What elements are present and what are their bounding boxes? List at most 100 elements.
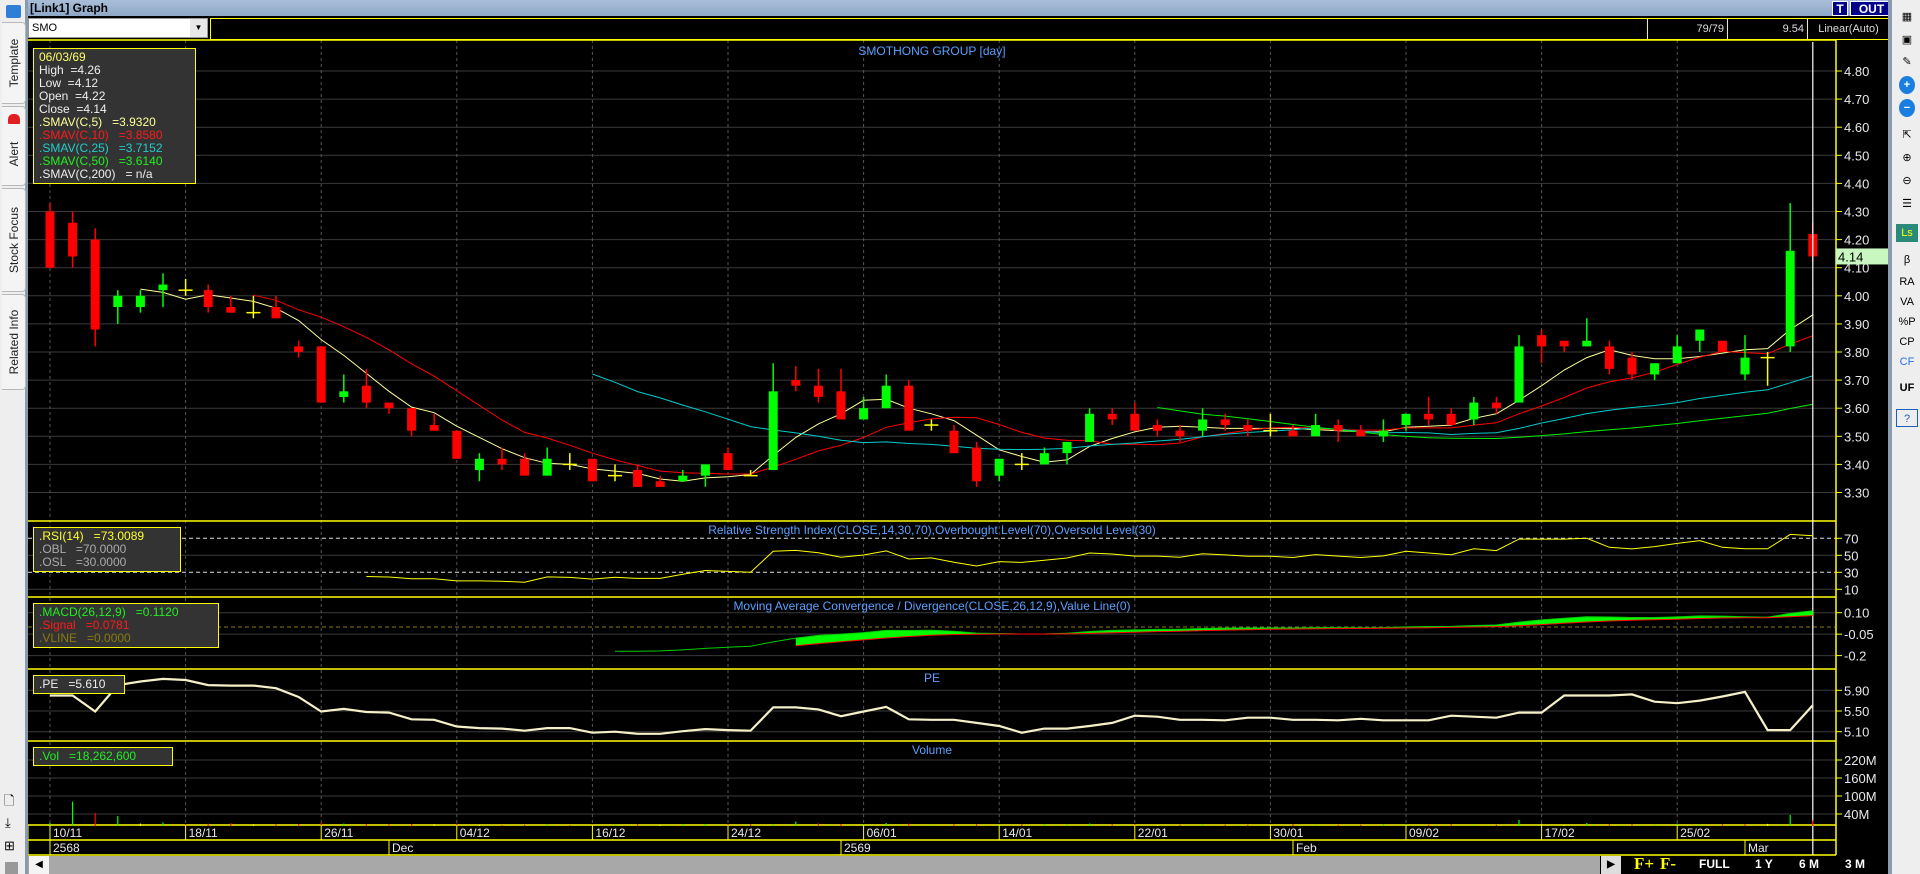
zoom-in-icon[interactable]: ⊕ [1896,149,1918,167]
download-icon[interactable]: ⤓ [5,815,11,831]
candle [1039,447,1049,465]
zoom-out-icon[interactable]: ⊖ [1896,172,1918,190]
rsi-tick-label: 10 [1844,582,1858,597]
candle-body [1695,329,1705,341]
edit-icon[interactable]: ✎ [1896,53,1918,71]
candle [836,368,846,420]
date-label: 09/02 [1409,826,1439,840]
period-label: Feb [1296,841,1317,855]
candle [904,380,914,431]
candle-body [316,346,326,403]
chart-info-bar: 79/79 9.54 Linear(Auto) [210,18,1890,40]
play-icon[interactable]: ▶ [1601,856,1621,874]
volume-tick-label: 220M [1844,753,1877,768]
date-label: 26/11 [324,826,353,840]
add-window-icon[interactable]: ⊞ [4,838,15,854]
tab-template[interactable]: Template [2,22,26,104]
uf-icon[interactable]: UF [1896,379,1918,397]
horizontal-scrollbar[interactable]: ◀ [28,856,1600,874]
candle-body [1311,425,1321,437]
candle-body [1107,413,1117,420]
font-increase-button[interactable]: F+ [1634,854,1654,874]
date-label: 25/02 [1680,826,1710,840]
bar-count: 79/79 [1647,19,1727,39]
calendar-icon[interactable] [6,5,21,18]
date-label: 16/12 [595,826,625,840]
add-chart-icon[interactable]: ▣ [1896,31,1918,49]
range-1y-button[interactable]: 1 Y [1755,857,1773,871]
ra-icon[interactable]: RA [1896,273,1918,291]
plus-icon[interactable]: + [1899,76,1915,94]
range-full-button[interactable]: FULL [1699,857,1730,871]
candle-body [429,425,439,431]
candle-body [1130,413,1140,431]
candle [316,346,326,403]
pe-legend: .PE =5.610 [33,675,125,694]
range-3m-button[interactable]: 3 M [1845,857,1865,871]
legend-vline: .VLINE =0.0000 [39,631,131,645]
tab-related-info[interactable]: Related Info [2,294,26,390]
rsi-line [366,533,1813,583]
help-icon[interactable]: ? [1896,409,1918,427]
date-label: 18/11 [189,826,218,840]
candle-body [1514,346,1524,403]
candle-body [1220,419,1230,426]
macd-pane-title: Moving Average Convergence / Divergence(… [733,599,1131,613]
candle-body [542,458,552,476]
price-tick-label: 4.20 [1844,233,1869,248]
va-icon[interactable]: VA [1896,293,1918,311]
candle [1243,419,1253,437]
out-button[interactable]: OUT [1850,1,1893,16]
candle-body [1333,425,1343,431]
percent-p-icon[interactable]: %P [1896,313,1918,331]
candle-body [1039,453,1049,465]
ls-icon[interactable]: Ls [1896,224,1918,242]
price-tick-label: 4.70 [1844,92,1869,107]
minus-icon[interactable]: − [1899,99,1915,117]
candle [474,453,484,482]
symbol-combobox[interactable]: SMO ▼ [28,18,208,38]
candle [1785,203,1795,352]
candle-body [113,295,123,308]
candle-body [1401,413,1411,426]
tab-stock-focus[interactable]: Stock Focus [2,188,26,292]
candle [361,368,371,409]
candle-body [1785,250,1795,347]
candle-body [452,430,462,459]
candle-body [949,430,959,454]
price-tick-label: 4.40 [1844,176,1869,191]
chevron-down-icon[interactable]: ▼ [190,19,207,37]
beta-icon[interactable]: β [1896,251,1918,269]
date-label: 24/12 [731,826,761,840]
tab-alert[interactable]: Alert [2,106,26,186]
list-icon[interactable]: ☰ [1896,195,1918,213]
range-6m-button[interactable]: 6 M [1799,857,1819,871]
trash-icon[interactable] [5,862,18,874]
candle [791,366,801,392]
candle-body [1288,430,1298,437]
table-icon[interactable]: ▦ [1896,8,1918,26]
cf-icon[interactable]: CF [1896,353,1918,371]
candle-body [45,211,55,268]
note-icon[interactable]: 🗋 [4,792,14,814]
candle-body [271,307,281,319]
window-title-bar: [Link1] Graph [28,0,1890,16]
legend-osl: .OSL =30.0000 [39,555,127,569]
pe-tick-label: 5.50 [1844,704,1869,719]
chart-canvas[interactable]: 4.804.704.604.504.404.304.204.104.003.90… [0,0,1920,874]
period-label: Mar [1748,841,1769,855]
price-legend: 06/03/69 High =4.26 Low =4.12 Open =4.22… [33,48,196,184]
font-decrease-button[interactable]: F- [1660,854,1676,874]
candle-body [203,290,213,308]
candle [1446,408,1456,426]
cp-icon[interactable]: CP [1896,333,1918,351]
candle-body [339,391,349,397]
price-tick-label: 3.50 [1844,429,1869,444]
scale-mode-button[interactable]: Linear(Auto) [1807,19,1889,39]
cursor-icon[interactable]: ⇱ [1896,126,1918,144]
candle [1604,340,1614,375]
candle [1311,413,1321,437]
candle-body [361,385,371,403]
t-button[interactable]: T [1832,1,1848,16]
scroll-left-icon[interactable]: ◀ [29,856,49,874]
